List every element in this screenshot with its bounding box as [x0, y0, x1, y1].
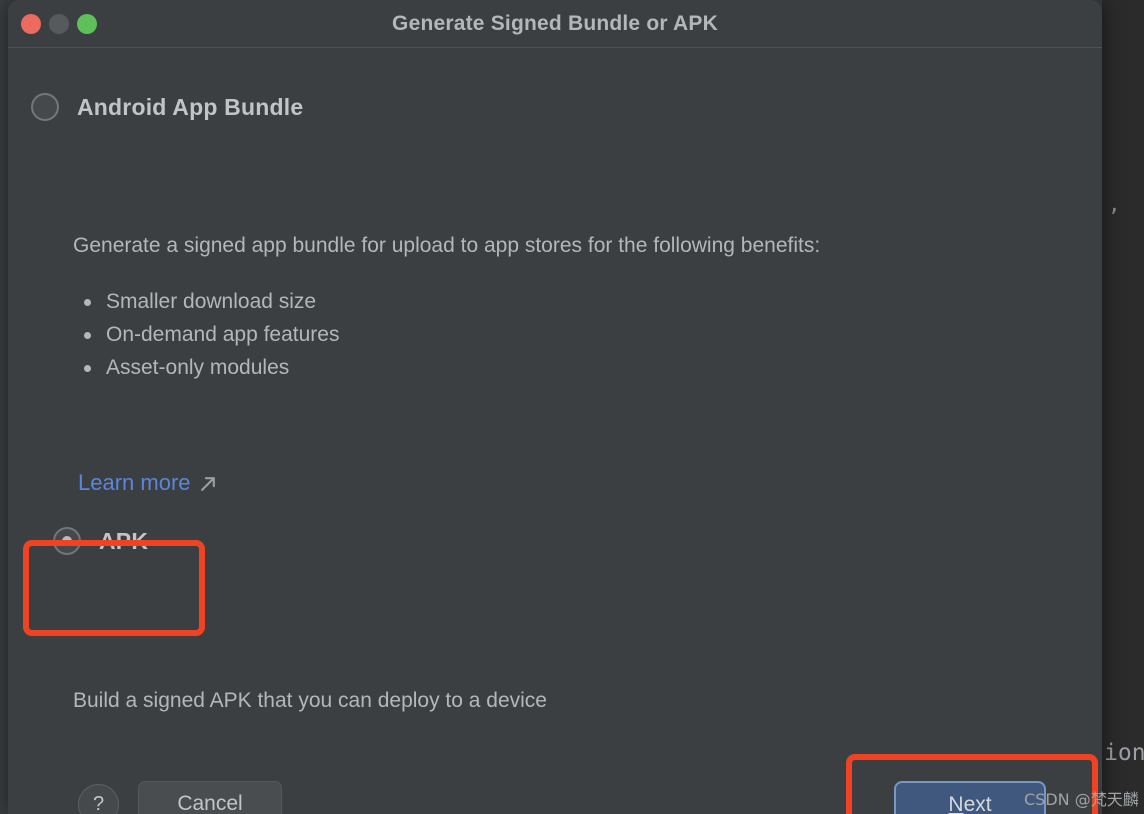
dialog-titlebar: Generate Signed Bundle or APK — [8, 0, 1102, 48]
next-button-mnemonic: N — [948, 792, 964, 814]
background-code-fragment: , — [1108, 192, 1121, 216]
radio-option-label-apk: APK — [99, 527, 149, 554]
radio-apk-indicator[interactable] — [53, 527, 81, 555]
next-button-label-rest: ext — [963, 792, 992, 814]
list-item: On-demand app features — [78, 318, 339, 351]
zoom-window-button[interactable] — [77, 13, 97, 34]
radio-dot — [62, 536, 72, 546]
dialog-content: Android App Bundle Generate a signed app… — [8, 48, 1102, 814]
radio-bundle-indicator[interactable] — [31, 93, 59, 121]
traffic-light-group — [21, 13, 97, 34]
radio-option-label-bundle: Android App Bundle — [77, 93, 304, 120]
help-button[interactable]: ? — [78, 784, 119, 814]
close-window-button[interactable] — [21, 13, 41, 34]
radio-option-android-app-bundle[interactable]: Android App Bundle — [31, 93, 303, 121]
bundle-benefits-list: Smaller download size On-demand app feat… — [78, 285, 339, 384]
radio-option-apk[interactable]: APK — [15, 492, 148, 555]
external-link-icon — [200, 475, 217, 492]
next-button[interactable]: Next — [894, 781, 1046, 814]
list-item: Smaller download size — [78, 285, 339, 318]
list-item: Asset-only modules — [78, 351, 339, 384]
dialog-title: Generate Signed Bundle or APK — [392, 11, 718, 35]
minimize-window-button[interactable] — [49, 13, 69, 34]
radio-option-apk-wrapper: APK — [15, 492, 148, 555]
generate-signed-bundle-dialog: Generate Signed Bundle or APK Android Ap… — [8, 0, 1102, 814]
background-code-fragment: ion — [1104, 740, 1144, 766]
cancel-button[interactable]: Cancel — [138, 781, 282, 814]
bundle-description-text: Generate a signed app bundle for upload … — [73, 234, 821, 257]
apk-description-text: Build a signed APK that you can deploy t… — [73, 689, 547, 712]
